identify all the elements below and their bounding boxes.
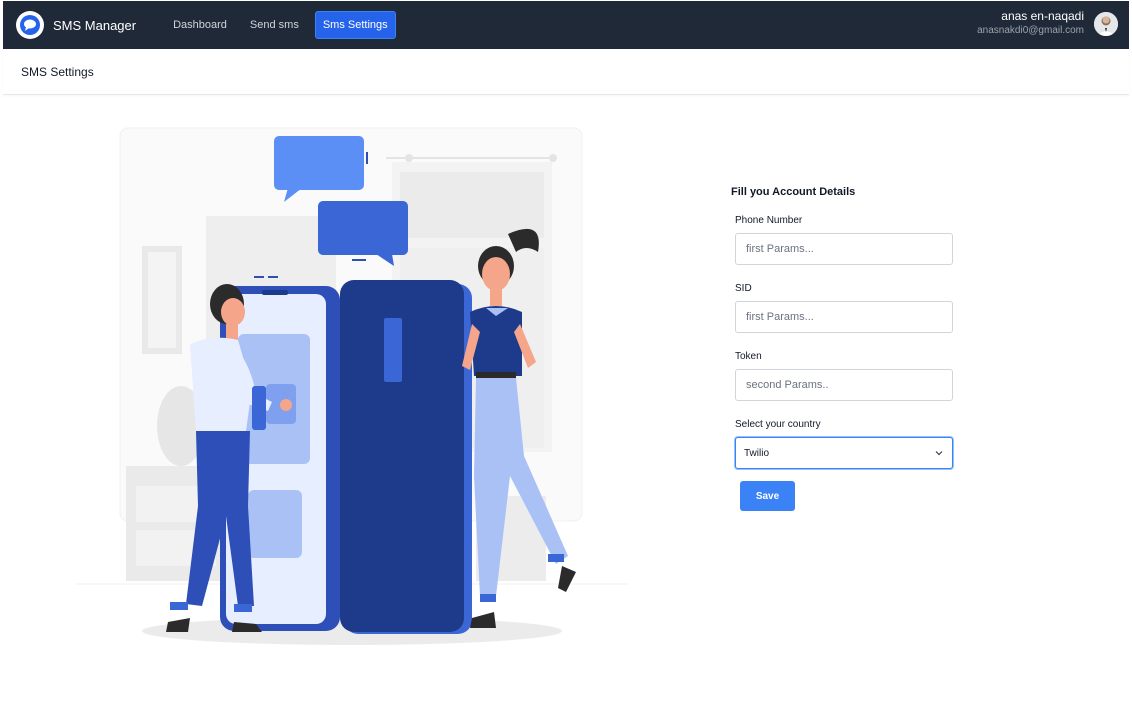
people-with-phones-illustration — [76, 126, 628, 648]
token-label: Token — [735, 351, 762, 362]
nav-link-dashboard[interactable]: Dashboard — [166, 12, 234, 38]
page-header: SMS Settings — [3, 49, 1129, 95]
country-select[interactable]: Twilio — [735, 437, 953, 469]
brand[interactable]: SMS Manager — [16, 11, 136, 39]
country-select-value: Twilio — [744, 447, 770, 459]
user-avatar[interactable] — [1094, 11, 1118, 36]
phone-number-input[interactable] — [735, 233, 953, 265]
chevron-down-icon — [934, 449, 944, 457]
sid-label: SID — [735, 283, 752, 294]
nav-links: Dashboard Send sms Sms Settings — [166, 11, 405, 39]
user-menu[interactable]: anas en-naqadi anasnakdi0@gmail.com — [977, 9, 1118, 38]
page-title: SMS Settings — [21, 65, 94, 79]
chat-bubble-icon — [16, 11, 44, 39]
sid-group: SID — [731, 283, 961, 333]
phone-number-label: Phone Number — [735, 215, 803, 226]
country-label: Select your country — [735, 419, 821, 430]
sid-input[interactable] — [735, 301, 953, 333]
token-input[interactable] — [735, 369, 953, 401]
form-title: Fill you Account Details — [731, 186, 856, 198]
phone-number-group: Phone Number — [731, 215, 961, 265]
nav-link-sms-settings[interactable]: Sms Settings — [314, 11, 396, 39]
nav-link-send-sms[interactable]: Send sms — [243, 12, 306, 38]
country-group: Select your country Twilio — [731, 419, 961, 469]
user-email: anasnakdi0@gmail.com — [977, 25, 1084, 36]
user-info: anas en-naqadi anasnakdi0@gmail.com — [977, 9, 1084, 38]
save-button[interactable]: Save — [740, 481, 795, 511]
token-group: Token — [731, 351, 961, 401]
brand-name: SMS Manager — [53, 17, 137, 33]
account-details-form: Fill you Account Details Phone Number SI… — [731, 186, 961, 511]
top-navbar: SMS Manager Dashboard Send sms Sms Setti… — [3, 1, 1129, 49]
user-name: anas en-naqadi — [1001, 9, 1084, 23]
